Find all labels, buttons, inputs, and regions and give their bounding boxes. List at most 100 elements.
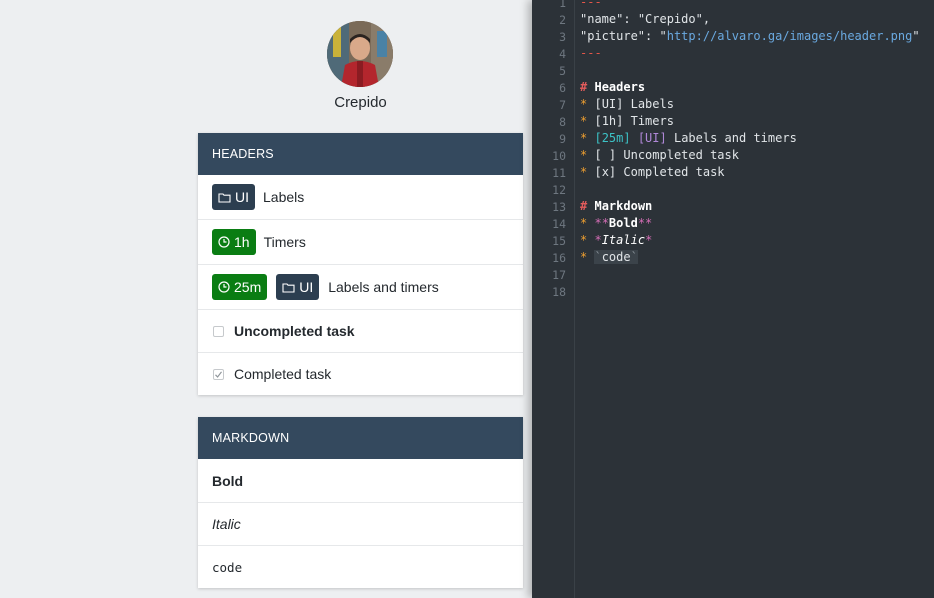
bullet-marker: *: [580, 216, 588, 230]
tag-label: UI: [235, 189, 249, 205]
checkmark-icon: [215, 370, 222, 378]
line-number: 16: [552, 251, 566, 265]
clock-icon: [218, 236, 230, 248]
list-item: UI Labels: [198, 175, 523, 219]
code-line: * *Italic*: [580, 233, 652, 247]
code-line: # Markdown: [580, 199, 652, 213]
line-number: 1: [559, 0, 566, 10]
profile-name: Crepido: [334, 94, 387, 111]
json-key: "name": [580, 12, 624, 26]
line-number-gutter: 1 2 3 4 5 6 7 8 9 10 11 12 13 14 15 16 1…: [532, 0, 575, 598]
folder-icon: [282, 282, 295, 293]
task-label: Completed task: [234, 366, 332, 382]
italic-text: Italic: [212, 516, 241, 532]
line-number: 6: [559, 81, 566, 95]
task-checkbox[interactable]: [213, 368, 224, 380]
bold-marker: **: [637, 216, 653, 230]
list-item: 25m UI Labels and timers: [198, 264, 523, 309]
task-checkbox[interactable]: [213, 325, 224, 337]
heading-marker: #: [580, 199, 588, 213]
code-line: * [ ] Uncompleted task: [580, 148, 739, 162]
tag-label: 25m: [234, 279, 262, 295]
item-text: Labels and timers: [328, 279, 439, 295]
source-editor[interactable]: 1 2 3 4 5 6 7 8 9 10 11 12 13 14 15 16 1…: [532, 0, 934, 598]
line-number: 5: [559, 64, 566, 78]
code-tick: `: [594, 250, 602, 264]
heading-marker: #: [580, 80, 588, 94]
bold-marker: **: [594, 216, 609, 230]
json-separator: :: [623, 12, 638, 26]
code-line: ---: [580, 46, 602, 60]
list-item: Bold: [198, 459, 523, 502]
code-source: code: [601, 250, 631, 264]
bullet-marker: *: [580, 233, 588, 247]
bold-text: Bold: [212, 472, 244, 489]
inline-code: `code`: [594, 250, 638, 264]
bullet-marker: *: [580, 97, 588, 111]
bullet-marker: *: [580, 250, 588, 264]
tag-label: UI: [299, 279, 314, 295]
line-number: 2: [559, 13, 566, 27]
task-item: Uncompleted task: [198, 309, 523, 352]
code-line: * [UI] Labels: [580, 97, 674, 111]
list-item: Italic: [198, 502, 523, 545]
timer-tag[interactable]: 25m: [212, 274, 268, 300]
code-line: "name": "Crepido",: [580, 12, 710, 26]
italic-source: Italic: [601, 233, 646, 247]
line-text: Labels and timers: [673, 131, 797, 145]
code-text: code: [212, 559, 243, 575]
label-token: [UI]: [637, 131, 667, 145]
line-number: 8: [559, 115, 566, 129]
bullet-marker: *: [580, 114, 588, 128]
ui-label-tag[interactable]: UI: [276, 274, 320, 300]
list-item: code: [198, 545, 523, 588]
code-line: * [x] Completed task: [580, 165, 725, 179]
clock-icon: [218, 281, 230, 293]
line-number: 4: [559, 47, 566, 61]
italic-marker: *: [645, 233, 653, 247]
line-text: [x] Completed task: [594, 165, 725, 179]
code-tick: `: [630, 250, 638, 264]
line-number: 17: [552, 268, 566, 282]
task-label: Uncompleted task: [234, 323, 355, 339]
bullet-marker: *: [580, 131, 588, 145]
task-item: Completed task: [198, 352, 523, 395]
list-item: 1h Timers: [198, 219, 523, 264]
avatar: [327, 21, 393, 87]
timer-token: [25m]: [594, 131, 631, 145]
item-text: Labels: [263, 189, 305, 205]
preview-pane: Crepido HEADERS UI Labels 1h Timers 25m: [0, 0, 532, 598]
line-text: [1h] Timers: [594, 114, 674, 128]
line-number: 3: [559, 30, 566, 44]
line-number: 14: [552, 217, 566, 231]
line-text: [ ] Uncompleted task: [594, 148, 739, 162]
json-key: "picture": [580, 29, 646, 43]
line-number: 13: [552, 200, 566, 214]
headers-card: HEADERS UI Labels 1h Timers 25m UI Label…: [198, 133, 523, 395]
code-line: ---: [580, 0, 602, 9]
line-text: [UI] Labels: [594, 97, 674, 111]
json-quote: ": [912, 29, 920, 43]
code-line: * [1h] Timers: [580, 114, 674, 128]
line-number: 11: [552, 166, 566, 180]
line-number: 15: [552, 234, 566, 248]
card-title: HEADERS: [198, 133, 523, 175]
code-line: * [25m] [UI] Labels and timers: [580, 131, 797, 145]
url-value: http://alvaro.ga/images/header.png: [666, 29, 913, 43]
json-separator: : ": [645, 29, 667, 43]
bullet-marker: *: [580, 165, 588, 179]
timer-tag[interactable]: 1h: [212, 229, 256, 255]
line-number: 12: [552, 183, 566, 197]
json-value: "Crepido",: [637, 12, 711, 26]
code-line: * `code`: [580, 250, 638, 264]
line-number: 7: [559, 98, 566, 112]
tag-label: 1h: [234, 234, 250, 250]
line-number: 10: [552, 149, 566, 163]
bullet-marker: *: [580, 148, 588, 162]
code-line: # Headers: [580, 80, 645, 94]
markdown-card: MARKDOWN Bold Italic code: [198, 417, 523, 588]
card-title: MARKDOWN: [198, 417, 523, 459]
ui-label-tag[interactable]: UI: [212, 184, 255, 210]
folder-icon: [218, 192, 231, 203]
line-number: 9: [559, 132, 566, 146]
